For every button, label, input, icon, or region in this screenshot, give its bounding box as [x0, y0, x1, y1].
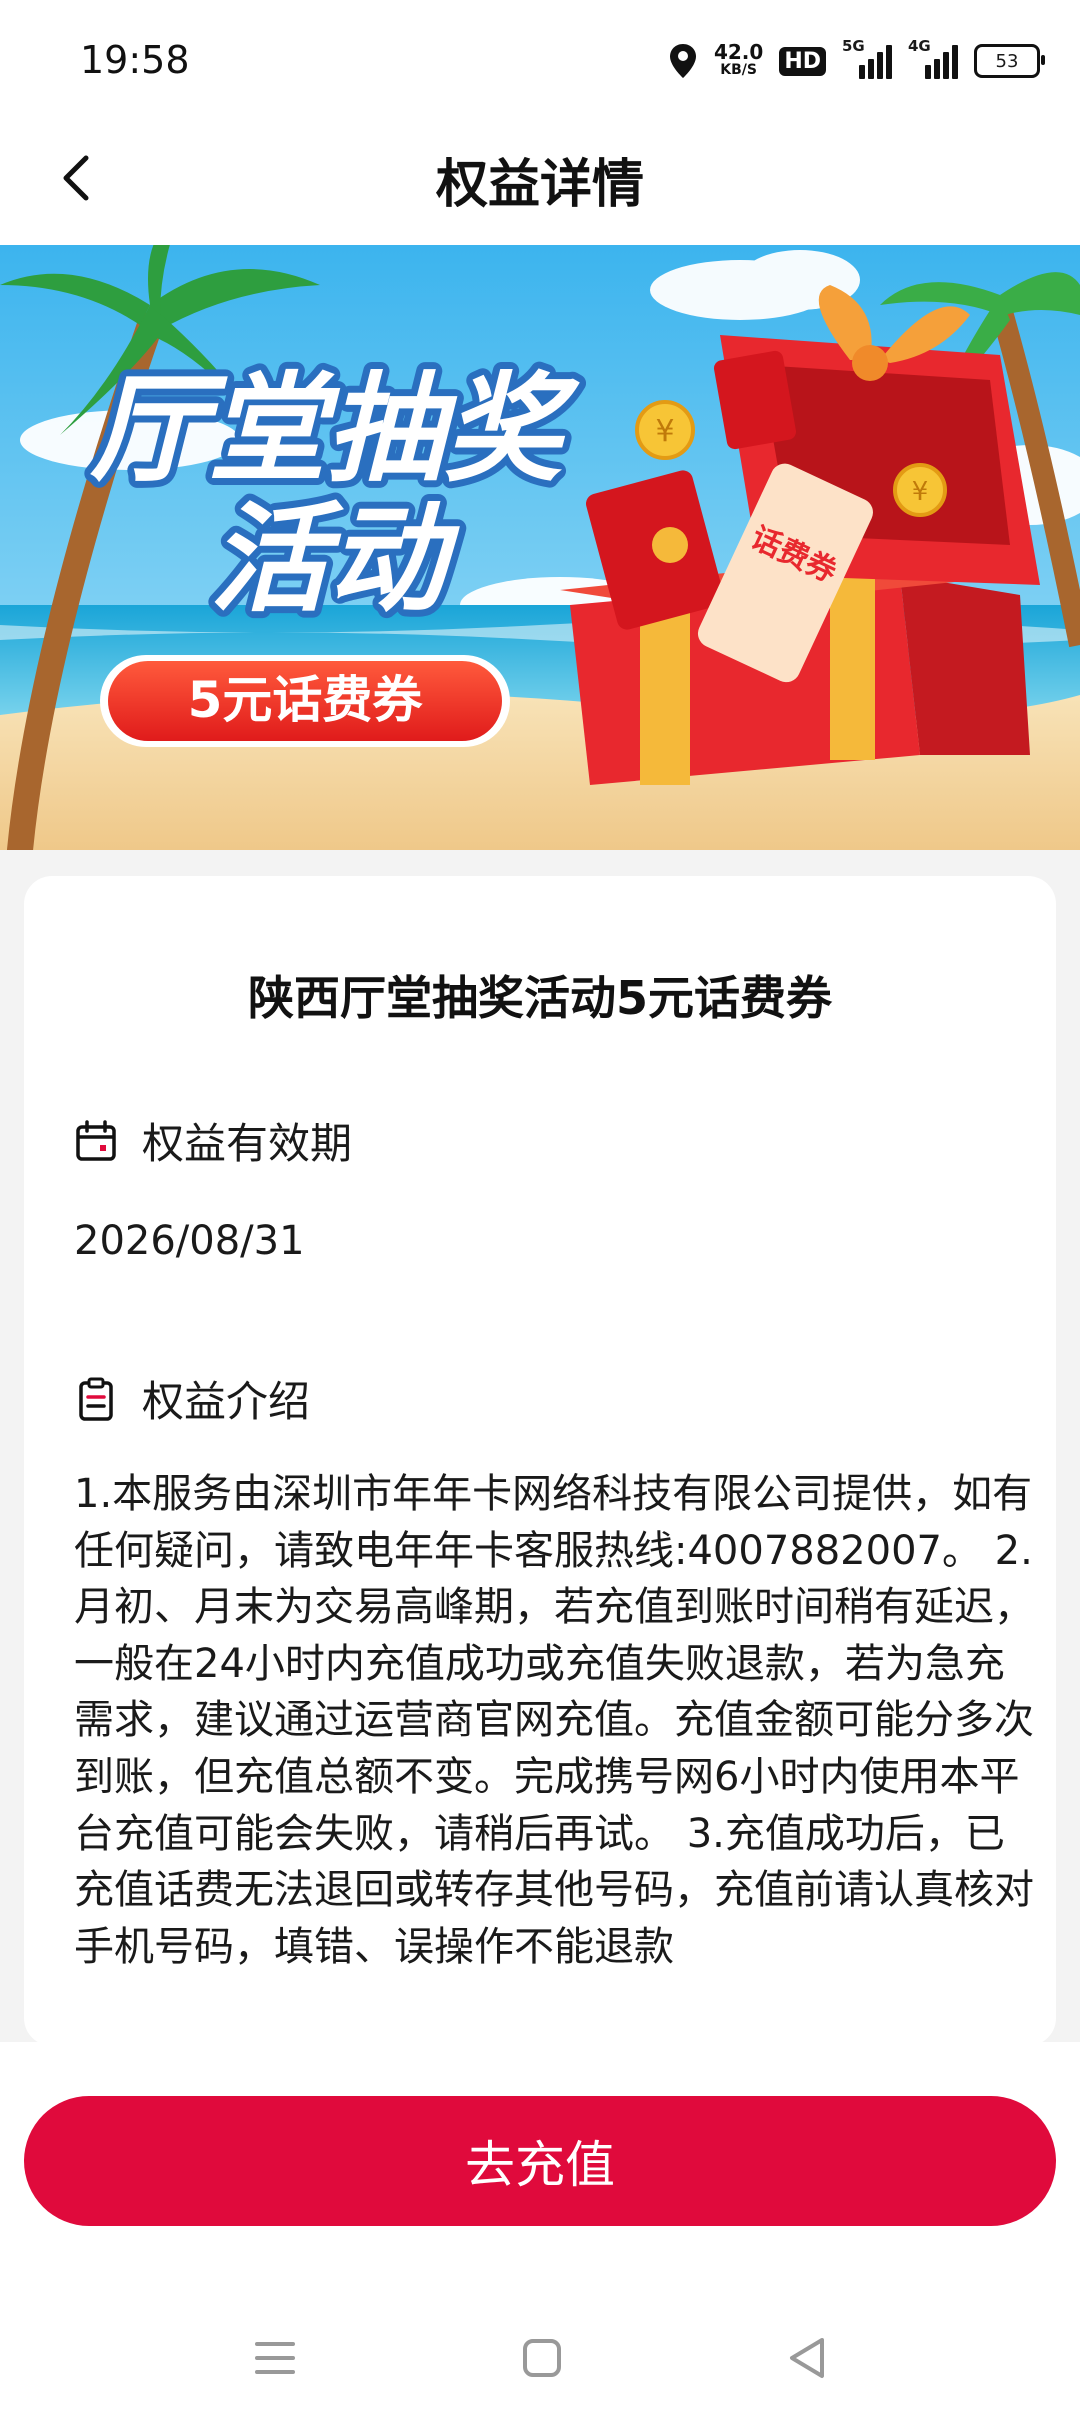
status-time: 19:58	[80, 38, 190, 82]
intro-text: 1.本服务由深圳市年年卡网络科技有限公司提供，如有任何疑问，请致电年年卡客服热线…	[74, 1471, 1034, 1970]
recharge-button[interactable]: 去充值	[24, 2096, 1056, 2226]
app-header: 权益详情	[0, 120, 1080, 245]
network-speed: 42.0 KB/S	[713, 40, 764, 79]
status-icons: 42.0 KB/S HD 5G 4G 53	[668, 36, 1045, 86]
network-speed-unit: KB/S	[720, 62, 757, 78]
signal-5g-icon: 5G	[842, 37, 892, 79]
menu-icon[interactable]	[245, 2328, 305, 2388]
svg-text:¥: ¥	[655, 414, 674, 449]
system-nav-bar	[0, 2290, 1080, 2412]
headline-line1: 厅堂抽奖	[90, 360, 580, 498]
back-triangle-icon[interactable]	[778, 2328, 838, 2388]
network-speed-value: 42.0	[713, 40, 764, 64]
banner-pill-label: 5元话费券	[188, 671, 424, 729]
benefit-title: 陕西厅堂抽奖活动5元话费券	[247, 971, 832, 1025]
location-icon	[669, 44, 696, 78]
validity-heading: 权益有效期	[74, 1110, 352, 1171]
headline-line2: 活动	[210, 490, 460, 628]
benefit-card: 陕西厅堂抽奖活动5元话费券 权益有效期 2026/08/31 权益介绍 1.本服…	[24, 876, 1056, 2046]
svg-text:¥: ¥	[912, 477, 929, 507]
page-title: 权益详情	[435, 155, 644, 215]
signal-4g-tag: 4G	[908, 37, 931, 55]
signal-4g-icon: 4G	[908, 37, 958, 79]
hd-voice-badge: HD	[779, 46, 826, 76]
battery-level: 53	[995, 50, 1019, 72]
status-bar: 19:58 42.0 KB/S HD 5G 4G 53	[0, 0, 1080, 120]
home-square-icon[interactable]	[512, 2328, 572, 2388]
clipboard-icon	[79, 1377, 113, 1421]
banner-illustration: 话费券 ¥ ¥ 厅堂抽奖 厅堂抽奖 活动 活动 5元话费券	[0, 245, 1080, 850]
promo-banner: 话费券 ¥ ¥ 厅堂抽奖 厅堂抽奖 活动 活动 5元话费券	[0, 245, 1080, 850]
intro-label: 权益介绍	[142, 1377, 311, 1426]
validity-date: 2026/08/31	[74, 1218, 305, 1264]
signal-5g-tag: 5G	[842, 37, 865, 55]
intro-heading: 权益介绍	[74, 1368, 310, 1429]
calendar-icon	[76, 1119, 116, 1161]
validity-label: 权益有效期	[142, 1119, 353, 1168]
battery-icon: 53	[974, 44, 1045, 78]
